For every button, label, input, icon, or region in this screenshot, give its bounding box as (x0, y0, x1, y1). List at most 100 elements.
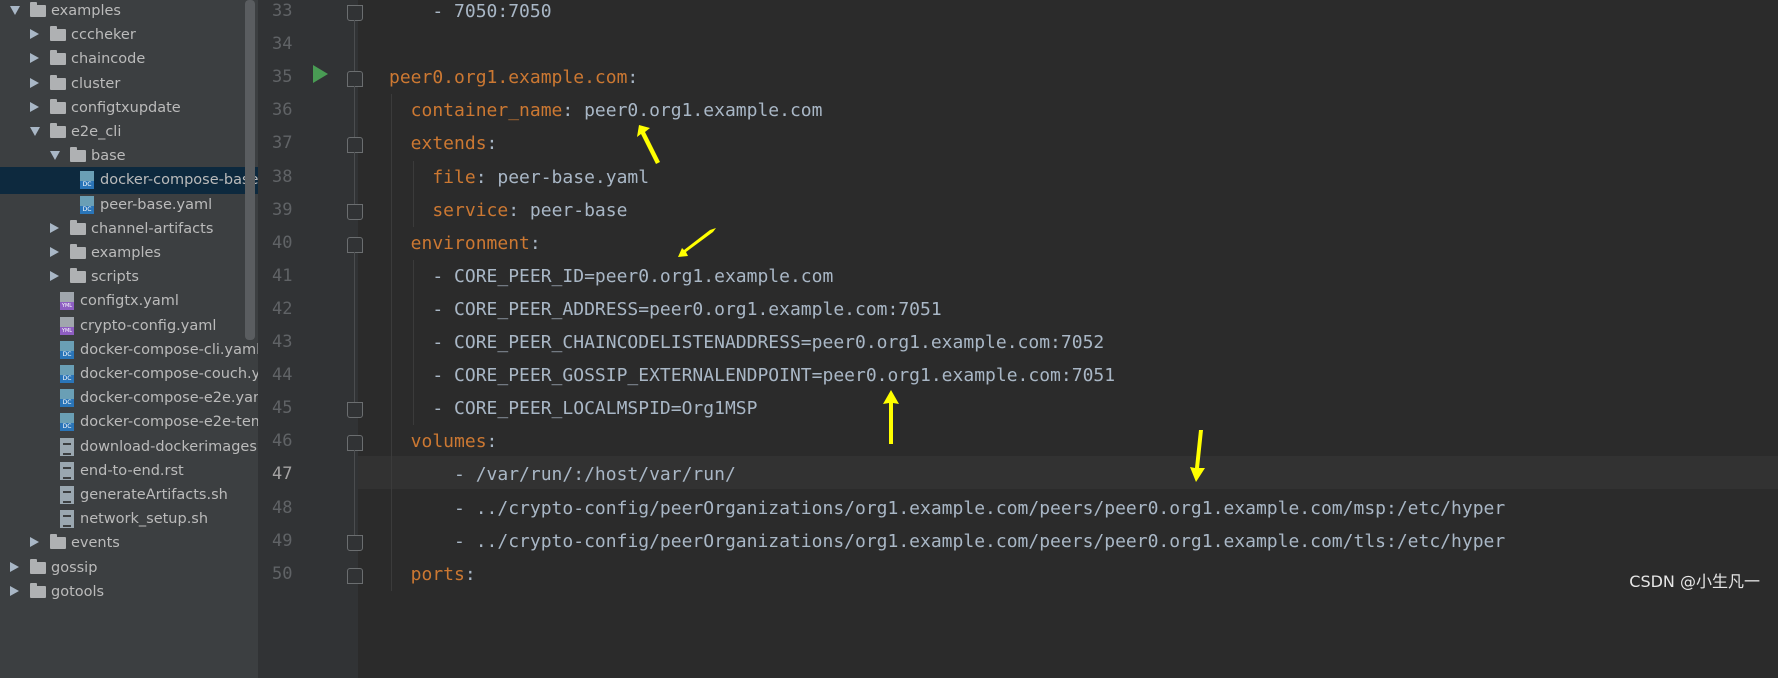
folder-icon (30, 582, 46, 598)
code-line[interactable]: peer0.org1.example.com: (389, 61, 638, 94)
folder-icon (70, 219, 86, 235)
tree-item-docker-compose-e2e-yaml[interactable]: docker-compose-e2e.yaml (0, 385, 258, 412)
folder-icon (30, 2, 46, 17)
code-line[interactable]: - ../crypto-config/peerOrganizations/org… (389, 525, 1505, 558)
chevron-down-icon[interactable] (30, 127, 40, 136)
chevron-right-icon[interactable] (50, 222, 59, 233)
tree-item-label: gossip (51, 559, 98, 576)
chevron-right-icon[interactable] (30, 53, 39, 64)
code-line[interactable]: - 7050:7050 (389, 0, 552, 28)
code-line[interactable]: service: peer-base (389, 194, 627, 227)
code-line[interactable]: environment: (389, 227, 541, 260)
fold-end-icon[interactable] (347, 534, 363, 551)
fold-start-icon[interactable] (347, 567, 363, 584)
folder-icon (30, 558, 46, 574)
folder-icon (50, 534, 66, 550)
run-icon[interactable] (313, 65, 328, 83)
tree-item-docker-compose-base-yaml[interactable]: docker-compose-base.yaml (0, 167, 258, 195)
chevron-down-icon[interactable] (50, 151, 60, 161)
dc-file-icon (80, 171, 94, 190)
tree-item-configtxupdate[interactable]: configtxupdate (0, 95, 258, 122)
tree-item-channel-artifacts[interactable]: channel-artifacts (0, 216, 258, 243)
tree-item-scripts[interactable]: scripts (0, 264, 258, 291)
fold-end-icon[interactable] (347, 402, 363, 419)
tree-item-cluster[interactable]: cluster (0, 71, 258, 98)
code-line[interactable]: ports: (389, 558, 476, 591)
tree-item-label: channel-artifacts (91, 220, 214, 237)
tree-item-download-dockerimages-sh[interactable]: download-dockerimages.sh (0, 434, 258, 461)
code-line[interactable]: - CORE_PEER_ID=peer0.org1.example.com (389, 260, 833, 293)
tree-item-docker-compose-cli-yaml[interactable]: docker-compose-cli.yaml (0, 337, 258, 364)
chevron-right-icon[interactable] (30, 77, 39, 88)
tree-item-label: download-dockerimages.sh (80, 438, 258, 455)
chevron-right-icon[interactable] (10, 585, 19, 596)
code-line[interactable]: - CORE_PEER_LOCALMSPID=Org1MSP (389, 392, 757, 425)
yml-file-icon (60, 292, 74, 311)
tree-item-label: docker-compose-e2e.yaml (80, 390, 258, 407)
tree-item-label: configtxupdate (71, 99, 181, 116)
indent-guide (413, 160, 414, 227)
sidebar-scrollbar[interactable] (245, 0, 255, 340)
code-line[interactable]: container_name: peer0.org1.example.com (389, 94, 823, 127)
chevron-right-icon[interactable] (30, 101, 39, 112)
chevron-down-icon[interactable] (10, 6, 20, 15)
chevron-right-icon[interactable] (10, 561, 19, 572)
code-line[interactable]: volumes: (389, 425, 498, 458)
fold-guide (354, 152, 355, 204)
fold-start-icon[interactable] (347, 236, 363, 253)
fold-start-icon[interactable] (347, 71, 363, 88)
tree-item-docker-compose-couch-yaml[interactable]: docker-compose-couch.yaml (0, 361, 258, 388)
tree-item-label: events (71, 535, 120, 552)
code-line[interactable]: file: peer-base.yaml (389, 161, 649, 194)
fold-start-icon[interactable] (347, 137, 363, 154)
tree-item-base[interactable]: base (0, 143, 258, 170)
chevron-right-icon[interactable] (50, 271, 59, 282)
tree-item-cccheker[interactable]: cccheker (0, 22, 258, 49)
code-line[interactable]: - CORE_PEER_CHAINCODELISTENADDRESS=peer0… (389, 326, 1104, 359)
tree-item-chaincode[interactable]: chaincode (0, 46, 258, 73)
chevron-right-icon[interactable] (30, 29, 39, 40)
sh-file-icon (60, 486, 74, 504)
yaml-value: : (486, 431, 498, 453)
tree-item-network-setup-sh[interactable]: network_setup.sh (0, 506, 258, 533)
tree-item-label: cccheker (71, 27, 136, 44)
fold-start-icon[interactable] (347, 435, 363, 452)
code-line[interactable]: - CORE_PEER_GOSSIP_EXTERNALENDPOINT=peer… (389, 359, 1115, 392)
fold-guide (354, 251, 355, 403)
tree-item-label: peer-base.yaml (100, 196, 213, 213)
tree-item-docker-compose-e2e-template-yaml[interactable]: docker-compose-e2e-template.yaml (0, 409, 258, 436)
tree-item-label: cluster (71, 75, 121, 92)
tree-item-examples[interactable]: examples (0, 240, 258, 267)
yaml-value: - 7050:7050 (389, 1, 552, 22)
tree-item-events[interactable]: events (0, 530, 258, 557)
yaml-value: - CORE_PEER_ID=peer0.org1.example.com (389, 265, 834, 287)
fold-end-icon[interactable] (347, 5, 363, 21)
yaml-value: - ../crypto-config/peerOrganizations/org… (389, 530, 1506, 552)
fold-end-icon[interactable] (347, 203, 363, 220)
line-number: 48 (272, 497, 293, 518)
line-number: 34 (272, 34, 293, 55)
code-line[interactable]: - CORE_PEER_ADDRESS=peer0.org1.example.c… (389, 293, 941, 326)
yaml-value: : peer0.org1.example.com (562, 100, 823, 122)
code-line[interactable]: - /var/run/:/host/var/run/ (389, 458, 736, 491)
dc-file-icon (60, 365, 74, 383)
annotation-arrow-icon (678, 228, 716, 257)
code-line[interactable]: extends: (389, 127, 498, 160)
tree-item-configtx-yaml[interactable]: configtx.yaml (0, 288, 258, 315)
tree-item-peer-base-yaml[interactable]: peer-base.yaml (0, 192, 258, 219)
tree-item-e2e-cli[interactable]: e2e_cli (0, 119, 258, 146)
chevron-right-icon[interactable] (30, 537, 39, 548)
yaml-key: service (389, 199, 509, 221)
tree-item-generateartifacts-sh[interactable]: generateArtifacts.sh (0, 482, 258, 509)
tree-item-gossip[interactable]: gossip (0, 555, 258, 582)
chevron-right-icon[interactable] (50, 247, 59, 257)
tree-item-label: examples (51, 3, 121, 19)
tree-item-end-to-end-rst[interactable]: end-to-end.rst (0, 458, 258, 485)
project-tree: examples cccheker chaincode cluster configtx… (0, 0, 258, 678)
code-line[interactable]: - ../crypto-config/peerOrganizations/org… (389, 492, 1505, 525)
tree-item-gotools[interactable]: gotools (0, 579, 258, 606)
line-number: 44 (272, 365, 293, 386)
line-number: 40 (272, 232, 293, 253)
yaml-value: : (486, 133, 498, 155)
tree-item-crypto-config-yaml[interactable]: crypto-config.yaml (0, 313, 258, 340)
